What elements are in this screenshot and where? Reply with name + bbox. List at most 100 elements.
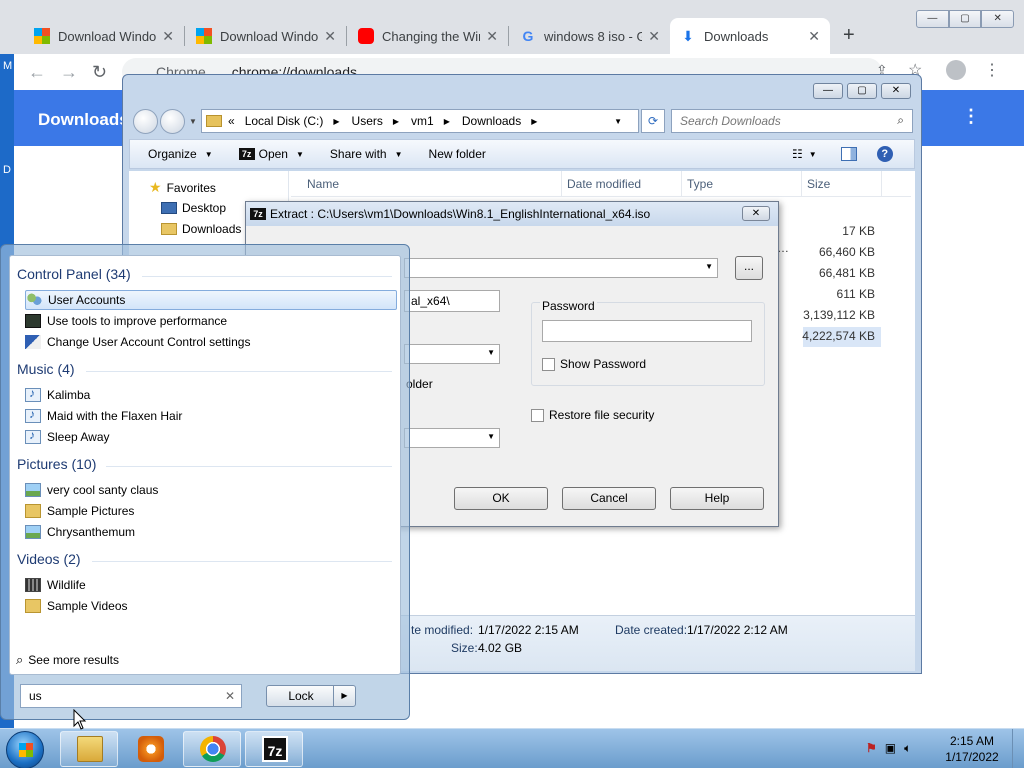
- result-chrysanthemum[interactable]: Chrysanthemum: [25, 522, 397, 542]
- column-divider[interactable]: [561, 171, 562, 197]
- lock-button[interactable]: Lock ▶: [266, 685, 356, 707]
- extract-to-combo[interactable]: ▼: [404, 258, 718, 278]
- power-options-arrow-icon[interactable]: ▶: [333, 686, 355, 706]
- column-size[interactable]: Size: [807, 177, 830, 191]
- column-divider[interactable]: [881, 171, 882, 197]
- chevron-right-icon[interactable]: ▶: [393, 117, 399, 126]
- forward-button[interactable]: [160, 109, 185, 134]
- close-button[interactable]: ✕: [742, 206, 770, 221]
- start-button[interactable]: [6, 731, 44, 768]
- result-maid-flaxen-hair[interactable]: Maid with the Flaxen Hair: [25, 406, 397, 426]
- more-actions-icon[interactable]: ⋮: [962, 106, 980, 127]
- action-center-flag-icon[interactable]: ⚑: [866, 741, 877, 756]
- recent-pages-dropdown[interactable]: ▼: [189, 117, 197, 126]
- result-sleep-away[interactable]: Sleep Away: [25, 427, 397, 447]
- chevron-right-icon[interactable]: ▶: [444, 117, 450, 126]
- minimize-button[interactable]: —: [813, 83, 843, 99]
- back-arrow-icon[interactable]: ←: [28, 62, 46, 83]
- address-dropdown-icon[interactable]: ▼: [614, 117, 622, 126]
- tab-youtube[interactable]: Changing the Win ✕: [348, 18, 508, 54]
- result-performance-tools[interactable]: Use tools to improve performance: [25, 311, 397, 331]
- group-music[interactable]: Music (4): [17, 361, 75, 377]
- tab-download-windows-2[interactable]: Download Windows ✕: [186, 18, 346, 54]
- cancel-button[interactable]: Cancel: [562, 487, 656, 510]
- column-divider[interactable]: [681, 171, 682, 197]
- start-search-input[interactable]: us ✕: [20, 684, 242, 708]
- chevron-down-icon[interactable]: ▼: [487, 432, 495, 441]
- browse-button[interactable]: ...: [735, 256, 763, 280]
- group-control-panel[interactable]: Control Panel (34): [17, 266, 131, 282]
- chevron-right-icon[interactable]: ▶: [333, 117, 339, 126]
- forward-arrow-icon[interactable]: →: [60, 62, 78, 83]
- search-input[interactable]: Search Downloads ⌕: [671, 109, 913, 133]
- path-field[interactable]: al_x64\: [404, 290, 500, 312]
- close-tab-icon[interactable]: ✕: [162, 28, 174, 45]
- checkbox-box[interactable]: [531, 408, 544, 422]
- clock[interactable]: 2:15 AM 1/17/2022: [936, 733, 1008, 765]
- result-sample-pictures[interactable]: Sample Pictures: [25, 501, 397, 521]
- restore-security-checkbox[interactable]: Restore file security: [531, 408, 654, 422]
- breadcrumb-prefix[interactable]: «: [228, 114, 235, 128]
- column-type[interactable]: Type: [687, 177, 713, 191]
- show-desktop-button[interactable]: [1012, 729, 1024, 768]
- share-with-button[interactable]: Share with: [330, 147, 387, 161]
- nav-desktop[interactable]: Desktop: [161, 201, 226, 215]
- result-uac-settings[interactable]: Change User Account Control settings: [25, 332, 397, 352]
- tab-downloads[interactable]: ⬇ Downloads ✕: [670, 18, 830, 54]
- group-videos[interactable]: Videos (2): [17, 551, 81, 567]
- network-icon[interactable]: ▣: [885, 741, 896, 756]
- address-bar[interactable]: « Local Disk (C:) ▶ Users ▶ vm1 ▶ Downloads…: [201, 109, 639, 133]
- taskbar-7zip[interactable]: 7z: [245, 731, 303, 767]
- volume-icon[interactable]: 🔈︎: [904, 741, 911, 756]
- close-tab-icon[interactable]: ✕: [808, 28, 820, 45]
- profile-avatar-icon[interactable]: [946, 60, 966, 80]
- nav-favorites[interactable]: ★ Favorites: [149, 179, 216, 196]
- result-user-accounts[interactable]: User Accounts: [25, 290, 397, 310]
- close-button[interactable]: ✕: [981, 10, 1015, 28]
- new-tab-button[interactable]: +: [843, 24, 855, 47]
- tab-google-search[interactable]: G windows 8 iso - Go ✕: [510, 18, 670, 54]
- help-icon[interactable]: ?: [876, 146, 893, 162]
- column-name[interactable]: Name: [307, 177, 339, 191]
- help-button[interactable]: Help: [670, 487, 764, 510]
- minimize-button[interactable]: —: [916, 10, 949, 28]
- column-divider[interactable]: [801, 171, 802, 197]
- taskbar-chrome[interactable]: [183, 731, 241, 767]
- show-password-checkbox[interactable]: Show Password: [542, 357, 646, 371]
- result-wildlife[interactable]: Wildlife: [25, 575, 397, 595]
- close-button[interactable]: ✕: [881, 83, 911, 99]
- clear-search-icon[interactable]: ✕: [225, 689, 235, 703]
- back-button[interactable]: [133, 109, 158, 134]
- password-input[interactable]: [542, 320, 752, 342]
- column-date-modified[interactable]: Date modified: [567, 177, 641, 191]
- chevron-down-icon[interactable]: ▼: [487, 348, 495, 357]
- result-sample-videos[interactable]: Sample Videos: [25, 596, 397, 616]
- organize-button[interactable]: Organize: [148, 147, 197, 161]
- taskbar-explorer[interactable]: [60, 731, 118, 767]
- close-tab-icon[interactable]: ✕: [486, 28, 498, 45]
- chevron-right-icon[interactable]: ▶: [531, 117, 537, 126]
- group-pictures[interactable]: Pictures (10): [17, 456, 96, 472]
- maximize-button[interactable]: ▢: [948, 10, 982, 28]
- nav-downloads[interactable]: Downloads: [161, 222, 241, 236]
- breadcrumb-item[interactable]: vm1: [411, 114, 434, 128]
- checkbox-box[interactable]: [542, 357, 555, 371]
- maximize-button[interactable]: ▢: [847, 83, 877, 99]
- see-more-results-link[interactable]: ⌕ See more results: [16, 652, 119, 668]
- overwrite-mode-combo[interactable]: ▼: [404, 428, 500, 448]
- close-tab-icon[interactable]: ✕: [648, 28, 660, 45]
- breadcrumb-item[interactable]: Users: [352, 114, 383, 128]
- breadcrumb-item[interactable]: Downloads: [462, 114, 521, 128]
- tab-download-windows-1[interactable]: Download Windows ✕: [24, 18, 184, 54]
- result-santy-claus[interactable]: very cool santy claus: [25, 480, 397, 500]
- result-kalimba[interactable]: Kalimba: [25, 385, 397, 405]
- breadcrumb-item[interactable]: Local Disk (C:): [245, 114, 324, 128]
- reload-icon[interactable]: ↻: [92, 62, 107, 83]
- new-folder-button[interactable]: New folder: [429, 147, 486, 161]
- open-button[interactable]: Open: [259, 147, 288, 161]
- preview-pane-icon[interactable]: [840, 147, 857, 161]
- ok-button[interactable]: OK: [454, 487, 548, 510]
- taskbar-media-player[interactable]: [121, 731, 179, 767]
- chevron-down-icon[interactable]: ▼: [705, 262, 713, 271]
- path-mode-combo[interactable]: ▼: [404, 344, 500, 364]
